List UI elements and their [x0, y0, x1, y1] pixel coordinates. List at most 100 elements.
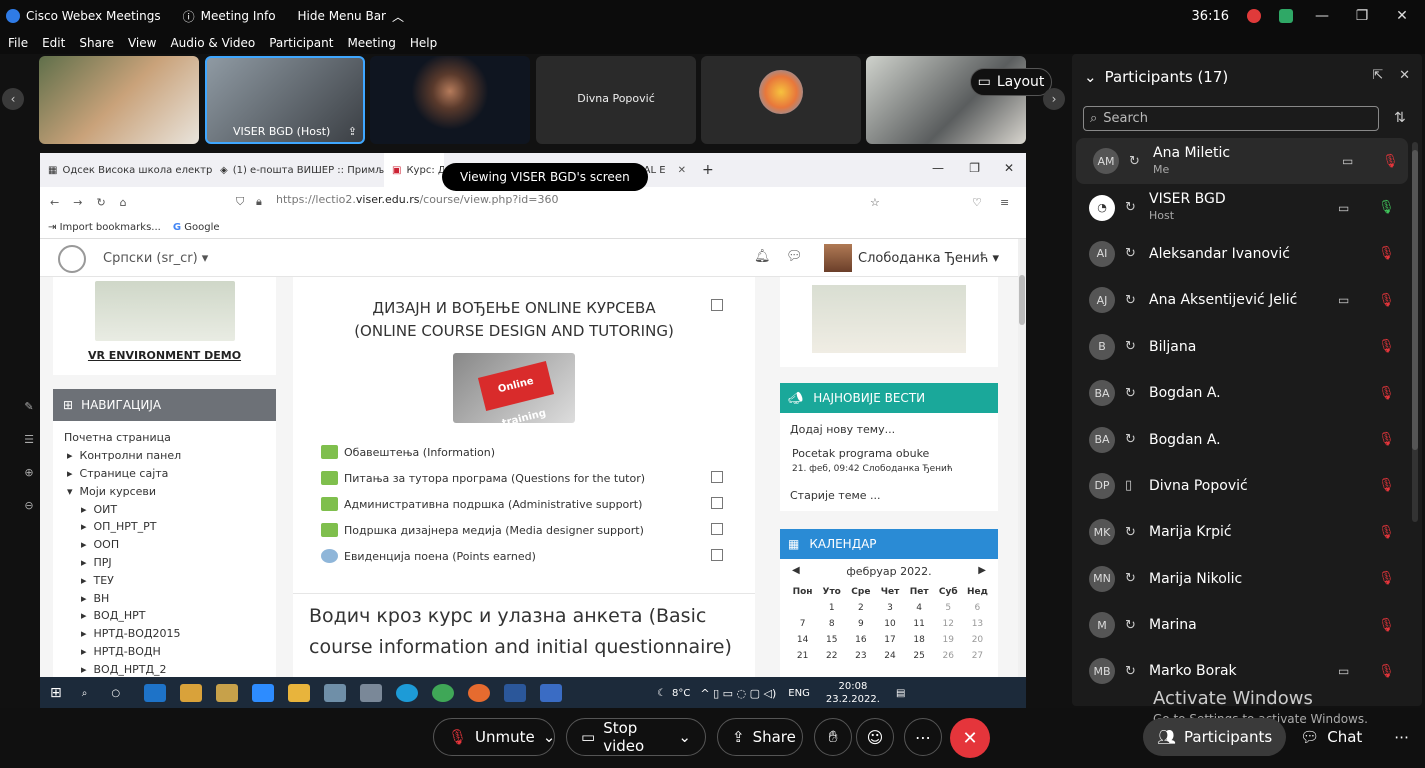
collapse-chevron-icon[interactable]: ⌄: [1084, 68, 1097, 86]
nav-course[interactable]: ▸ НРТД-ВОДН: [53, 643, 276, 661]
calendar-day[interactable]: 24: [875, 651, 904, 661]
mic-muted-icon[interactable]: 🎙︎: [1378, 525, 1395, 540]
mic-muted-icon[interactable]: 🎙︎: [1378, 386, 1395, 401]
participant-row[interactable]: M ↻ Marina 🎙︎: [1072, 602, 1412, 648]
nav-course[interactable]: ▸ ОП_НРТ_РТ: [53, 518, 276, 536]
stop-video-button[interactable]: ▭ Stop video ⌄: [566, 718, 706, 756]
url-field[interactable]: https://lectio2.viser.edu.rs/course/view…: [276, 193, 558, 206]
word-icon[interactable]: [504, 684, 527, 702]
pocket-icon[interactable]: ♡: [972, 196, 982, 209]
menu-edit[interactable]: Edit: [42, 36, 65, 50]
calendar-day[interactable]: 9: [846, 619, 875, 629]
calendar-day[interactable]: 6: [963, 603, 992, 613]
calendar-day[interactable]: 8: [817, 619, 846, 629]
calendar-day[interactable]: 3: [875, 603, 904, 613]
calendar-day[interactable]: 25: [905, 651, 934, 661]
moodle-logo-icon[interactable]: [58, 245, 86, 273]
menu-meeting[interactable]: Meeting: [347, 36, 395, 50]
notification-center-icon[interactable]: ▤: [896, 688, 905, 699]
chevron-down-icon[interactable]: ⌄: [678, 728, 691, 746]
calendar-day[interactable]: 23: [846, 651, 875, 661]
nav-course[interactable]: ▸ НРТД-ВОД2015: [53, 625, 276, 643]
participant-scrollbar[interactable]: [1412, 142, 1418, 522]
chevron-down-icon[interactable]: ⌄: [543, 728, 556, 746]
back-icon[interactable]: ←: [50, 196, 59, 209]
participant-row[interactable]: MN ↻ Marija Nikolic 🎙︎: [1072, 556, 1412, 602]
add-topic-link[interactable]: Додај нову тему...: [790, 423, 895, 436]
calendar-day[interactable]: 26: [934, 651, 963, 661]
vr-image[interactable]: [95, 281, 235, 341]
annotate-icon[interactable]: ✎: [24, 400, 33, 413]
nav-course[interactable]: ▸ ВН: [53, 589, 276, 607]
home-icon[interactable]: ⌂: [120, 196, 127, 209]
edge-icon[interactable]: [144, 684, 167, 702]
activity-item[interactable]: Евиденција поена (Points earned): [321, 545, 741, 567]
reload-icon[interactable]: ↻: [96, 196, 105, 209]
participant-scrollbar-thumb[interactable]: [1412, 150, 1418, 450]
tab-participants[interactable]: 👥︎ Participants: [1143, 718, 1287, 756]
page-scrollbar[interactable]: [1018, 239, 1026, 677]
browser-tab-2[interactable]: ◈(1) е-пошта ВИШЕР :: Примље✕: [212, 153, 384, 187]
calendar-day[interactable]: 2: [846, 603, 875, 613]
tray-icons[interactable]: ^ ▯ ▭ ◌ ▢ ◁): [700, 687, 776, 700]
menu-audio-video[interactable]: Audio & Video: [170, 36, 255, 50]
browser-tab-1[interactable]: ▦Одсек Висока школа електро✕: [40, 153, 212, 187]
menu-view[interactable]: View: [128, 36, 156, 50]
calendar-day[interactable]: 21: [788, 651, 817, 661]
menu-help[interactable]: Help: [410, 36, 437, 50]
calendar-day[interactable]: 4: [905, 603, 934, 613]
participant-search[interactable]: ⌕ Search: [1083, 106, 1379, 131]
app-icon[interactable]: [216, 684, 239, 702]
calendar-day[interactable]: 19: [934, 635, 963, 645]
zoom-out-icon[interactable]: ⊖: [24, 499, 33, 512]
bookmark-google[interactable]: G Google: [173, 222, 220, 233]
video-tile-host[interactable]: VISER BGD (Host) ⇪: [205, 56, 365, 144]
hide-menu-bar-button[interactable]: Hide Menu Bar ︿: [298, 8, 404, 25]
video-tile-5[interactable]: [701, 56, 861, 144]
search-icon[interactable]: ⌕: [82, 688, 88, 699]
participant-row[interactable]: BA ↻ Bogdan A. 🎙︎: [1072, 370, 1412, 416]
user-menu[interactable]: Слободанка Ђенић ▾: [858, 251, 999, 266]
activity-item[interactable]: Подршка дизајнера медија (Media designer…: [321, 519, 741, 541]
mic-muted-icon[interactable]: 🎙︎: [1378, 571, 1395, 586]
notification-icon[interactable]: 🔔︎: [754, 249, 771, 264]
mic-on-icon[interactable]: 🎙︎: [1378, 200, 1395, 215]
mic-muted-icon[interactable]: 🎙︎: [1378, 246, 1395, 261]
nav-item-dashboard[interactable]: ▸ Контролни панел: [53, 447, 276, 465]
calendar-day[interactable]: 16: [846, 635, 875, 645]
calendar-day[interactable]: 11: [905, 619, 934, 629]
video-tile-3[interactable]: [370, 56, 530, 144]
mic-muted-icon[interactable]: 🎙︎: [1378, 664, 1395, 679]
media-icon[interactable]: [180, 684, 203, 702]
participant-row[interactable]: BA ↻ Bogdan A. 🎙︎: [1072, 416, 1412, 462]
menu-file[interactable]: File: [8, 36, 28, 50]
bookmark-import[interactable]: ⇥ Import bookmarks...: [48, 222, 161, 233]
mic-muted-icon[interactable]: 🎙︎: [1382, 154, 1399, 169]
layout-button[interactable]: ▭ Layout: [970, 68, 1052, 96]
completion-checkbox[interactable]: [711, 523, 723, 535]
nav-course[interactable]: ▸ ПРЈ: [53, 554, 276, 572]
calendar-next-icon[interactable]: ▶: [978, 565, 986, 576]
sort-icon[interactable]: ⇅: [1394, 110, 1406, 126]
raise-hand-button[interactable]: ✋︎: [814, 718, 852, 756]
more-panels-icon[interactable]: ⋯: [1376, 718, 1425, 756]
participant-row[interactable]: AI ↻ Aleksandar Ivanović 🎙︎: [1072, 231, 1412, 277]
calendar-day[interactable]: 20: [963, 635, 992, 645]
calendar-day[interactable]: 14: [788, 635, 817, 645]
calendar-day[interactable]: 13: [963, 619, 992, 629]
tab-close-icon[interactable]: ✕: [678, 165, 686, 176]
completion-checkbox[interactable]: [711, 471, 723, 483]
end-call-button[interactable]: ✕: [950, 718, 990, 758]
filmstrip-prev-icon[interactable]: ‹: [2, 88, 24, 110]
video-tile-1[interactable]: [39, 56, 199, 144]
completion-checkbox[interactable]: [711, 497, 723, 509]
calendar-day[interactable]: 15: [817, 635, 846, 645]
participant-row[interactable]: ◔ ↻ VISER BGD Host ▭ 🎙︎: [1072, 184, 1412, 230]
nav-item-my-courses[interactable]: ▾ Моји курсеви: [53, 482, 276, 500]
calendar-day[interactable]: 17: [875, 635, 904, 645]
calculator-icon[interactable]: [360, 684, 383, 702]
zoom-in-icon[interactable]: ⊕: [24, 466, 33, 479]
calendar-day[interactable]: 10: [875, 619, 904, 629]
participant-row[interactable]: B ↻ Biljana 🎙︎: [1072, 324, 1412, 370]
share-button[interactable]: ⇪ Share: [717, 718, 803, 756]
